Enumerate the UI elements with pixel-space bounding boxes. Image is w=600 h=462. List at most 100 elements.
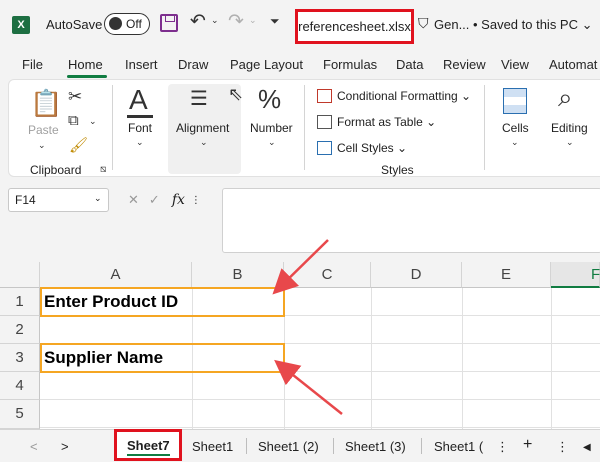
cells-icon[interactable] [503, 88, 527, 114]
excel-logo-icon: X [12, 16, 30, 34]
redo-icon[interactable]: ↷ [228, 10, 244, 33]
sheet-options-icon[interactable]: ⋮ [556, 439, 569, 455]
alignment-label[interactable]: Alignment [176, 121, 229, 135]
column-header-f[interactable]: F [551, 262, 600, 288]
tab-formulas[interactable]: Formulas [323, 57, 377, 72]
tab-page-layout[interactable]: Page Layout [230, 57, 303, 72]
font-icon[interactable]: A [129, 84, 148, 116]
gridline [40, 427, 600, 428]
row-header-3[interactable]: 3 [0, 344, 40, 372]
column-header-d[interactable]: D [371, 262, 462, 288]
redo-dropdown-icon[interactable]: ⌄ [249, 15, 257, 26]
tab-file[interactable]: File [22, 57, 43, 72]
alignment-icon[interactable]: ☰ [190, 86, 208, 111]
sheet-tab[interactable]: Sheet1 (3) [345, 439, 406, 454]
font-label[interactable]: Font [128, 121, 152, 135]
sheet-tab[interactable]: Sheet1 ( [434, 439, 483, 454]
editing-dropdown-icon[interactable]: ⌄ [566, 137, 574, 148]
sheet-tab-more-icon[interactable]: ⋮ [496, 439, 509, 455]
sheet-separator [333, 438, 334, 454]
alignment-dropdown-icon[interactable]: ⌄ [200, 137, 208, 148]
group-separator [304, 85, 305, 170]
formula-input[interactable] [222, 188, 600, 253]
paste-dropdown-icon[interactable]: ⌄ [38, 140, 46, 151]
clipboard-group-label: Clipboard [30, 163, 82, 177]
mouse-cursor-icon: ⇖ [228, 84, 244, 104]
format-as-table-button[interactable]: Format as Table ⌄ [337, 115, 436, 129]
row-header-2[interactable]: 2 [0, 316, 40, 344]
horizontal-scroll-left-icon[interactable]: ◀ [583, 442, 591, 453]
add-sheet-button[interactable]: + [523, 436, 532, 454]
insert-function-icon[interactable]: fx [172, 192, 185, 208]
sheet-nav-prev-icon[interactable]: < [30, 439, 38, 454]
paste-icon[interactable]: 📋 [30, 88, 62, 119]
conditional-formatting-button[interactable]: Conditional Formatting ⌄ [337, 89, 471, 103]
sheet-separator [421, 438, 422, 454]
column-header-c[interactable]: C [284, 262, 371, 288]
sheet-separator [246, 438, 247, 454]
cancel-icon[interactable]: ✕ [128, 192, 139, 208]
clipboard-launcher-icon[interactable]: ⧅ [100, 164, 106, 175]
undo-icon[interactable]: ↶ [190, 10, 206, 33]
customize-toolbar-icon[interactable]: ⏷ [270, 14, 280, 29]
column-header-e[interactable]: E [462, 262, 551, 288]
tab-review[interactable]: Review [443, 57, 486, 72]
sheet-tab-active[interactable]: Sheet7 [114, 429, 182, 461]
active-tab-indicator [67, 75, 107, 78]
active-sheet-underline [127, 454, 170, 456]
tab-draw[interactable]: Draw [178, 57, 208, 72]
save-icon[interactable] [160, 14, 178, 32]
search-icon[interactable]: ⌕ [558, 82, 573, 114]
sheet-tab[interactable]: Sheet1 (2) [258, 439, 319, 454]
name-box-dropdown-icon[interactable]: ⌄ [94, 193, 102, 204]
cut-icon[interactable]: ✂ [68, 87, 82, 107]
highlight-box-row-1 [40, 287, 285, 317]
gridline [462, 288, 463, 429]
sensitivity-shield-icon[interactable]: ⛉ [418, 15, 429, 32]
font-dropdown-icon[interactable]: ⌄ [136, 137, 144, 148]
cells-label[interactable]: Cells [502, 121, 529, 135]
number-dropdown-icon[interactable]: ⌄ [268, 137, 276, 148]
format-as-table-icon[interactable] [317, 115, 332, 129]
format-painter-icon[interactable]: 🖌 [69, 136, 88, 154]
copy-icon[interactable]: ⧉ [68, 112, 79, 129]
saved-status[interactable]: • Saved to this PC ⌄ [473, 17, 593, 33]
tab-insert[interactable]: Insert [125, 57, 158, 72]
gridline [551, 288, 552, 429]
column-header-a[interactable]: A [40, 262, 192, 288]
column-header-b[interactable]: B [192, 262, 284, 288]
tab-home[interactable]: Home [68, 57, 103, 72]
autosave-toggle[interactable]: Off [104, 13, 150, 35]
cell-styles-icon[interactable] [317, 141, 332, 155]
row-header-4[interactable]: 4 [0, 372, 40, 400]
copy-dropdown-icon[interactable]: ⌄ [89, 116, 97, 127]
tab-view[interactable]: View [501, 57, 529, 72]
autosave-label: AutoSave [46, 17, 103, 32]
tab-data[interactable]: Data [396, 57, 423, 72]
enter-icon[interactable]: ✓ [149, 192, 160, 208]
row-header-5[interactable]: 5 [0, 400, 40, 429]
toggle-knob [109, 17, 122, 30]
formula-tools: ✕ ✓ fx ⋮ [120, 188, 201, 212]
gridline [40, 399, 600, 400]
row-header-1[interactable]: 1 [0, 288, 40, 316]
tab-automate[interactable]: Automat [549, 57, 597, 72]
select-all-corner[interactable] [0, 262, 40, 288]
conditional-formatting-icon[interactable] [317, 89, 332, 103]
sheet-tab[interactable]: Sheet1 [192, 439, 233, 454]
sheet-nav-next-icon[interactable]: > [61, 439, 69, 454]
file-name[interactable]: referencesheet.xlsx [295, 9, 414, 44]
styles-group-label: Styles [381, 163, 414, 177]
formula-bar-menu-icon[interactable]: ⋮ [191, 195, 201, 206]
undo-dropdown-icon[interactable]: ⌄ [211, 15, 219, 26]
font-color-bar [127, 115, 153, 118]
cell-styles-button[interactable]: Cell Styles ⌄ [337, 141, 407, 155]
number-label[interactable]: Number [250, 121, 293, 135]
highlight-box-row-3 [40, 343, 285, 373]
autosave-state: Off [126, 17, 142, 31]
percent-icon[interactable]: % [258, 84, 281, 115]
paste-label[interactable]: Paste [28, 123, 59, 137]
sensitivity-label[interactable]: Gen... [434, 17, 469, 32]
cells-dropdown-icon[interactable]: ⌄ [511, 137, 519, 148]
editing-label[interactable]: Editing [551, 121, 588, 135]
